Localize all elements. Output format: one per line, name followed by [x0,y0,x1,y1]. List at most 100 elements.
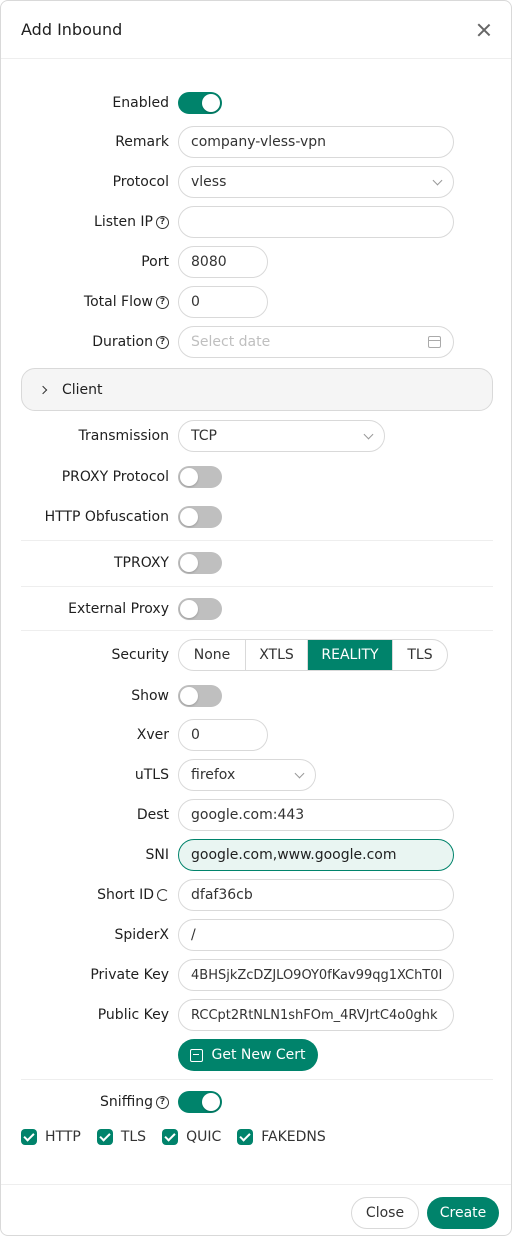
show-label-text: Show [131,688,169,704]
close-button[interactable]: Close [351,1197,419,1229]
question-circle-icon[interactable]: ? [156,295,169,309]
sni-input[interactable]: google.com,www.google.com [178,839,454,871]
checkbox-checked-icon [21,1129,37,1145]
proxy-protocol-label: PROXY Protocol [1,469,169,485]
public-key-input[interactable]: RCCpt2RtNLN1shFOm_4RVJrtC4o0ghk [178,999,454,1031]
short-id-input[interactable]: dfaf36cb [178,879,454,911]
get-new-cert-button[interactable]: Get New Cert [178,1039,318,1071]
toggle-knob [202,94,220,112]
proxy-protocol-toggle[interactable] [178,466,222,488]
listen-ip-input[interactable] [178,206,454,238]
port-input[interactable]: 8080 [178,246,268,278]
listen-ip-label: Listen IP? [1,214,169,230]
duration-label: Duration? [1,334,169,350]
xver-input[interactable]: 0 [178,719,268,751]
xver-value: 0 [191,727,200,743]
dest-label: Dest [1,807,169,823]
spiderx-label-text: SpiderX [114,927,169,943]
public-key-label-text: Public Key [97,1007,169,1023]
sniff-option-quic[interactable]: QUIC [162,1129,221,1145]
sni-value: google.com,www.google.com [191,847,397,863]
sniff-option-tls[interactable]: TLS [96,1129,147,1145]
close-icon[interactable] [475,21,493,39]
show-label: Show [1,688,169,704]
sni-row: SNI google.com,www.google.com [1,839,511,871]
sniff-option-label: FAKEDNS [261,1129,326,1145]
protocol-label-text: Protocol [112,174,169,190]
total-flow-input[interactable]: 0 [178,286,268,318]
question-circle-icon[interactable]: ? [156,215,169,229]
transmission-value: TCP [191,428,217,444]
spiderx-row: SpiderX / [1,919,511,951]
security-row: Security None XTLS REALITY TLS [1,639,511,671]
sniff-option-http[interactable]: HTTP [21,1129,81,1145]
short-id-value: dfaf36cb [191,887,253,903]
sniffing-toggle[interactable] [178,1091,222,1113]
sniff-option-label: TLS [120,1129,147,1145]
listen-ip-label-text: Listen IP [94,214,153,230]
get-new-cert-row: Get New Cert [1,1039,511,1071]
security-option-xtls[interactable]: XTLS [246,640,308,670]
xver-label: Xver [1,727,169,743]
port-row: Port 8080 [1,246,511,278]
security-option-none[interactable]: None [179,640,246,670]
public-key-label: Public Key [1,1007,169,1023]
sni-label: SNI [1,847,170,863]
http-obfuscation-label-text: HTTP Obfuscation [44,509,169,525]
show-row: Show [1,680,511,712]
short-id-row: Short ID dfaf36cb [1,879,511,911]
proxy-protocol-label-text: PROXY Protocol [61,469,169,485]
utls-label-text: uTLS [134,767,169,783]
remark-row: Remark company-vless-vpn [1,126,511,158]
question-circle-icon[interactable]: ? [156,1095,169,1109]
client-collapse[interactable]: Client [21,368,493,411]
spiderx-input[interactable]: / [178,919,454,951]
chevron-down-icon [432,175,443,185]
toggle-knob [180,687,198,705]
enabled-toggle[interactable] [178,92,222,114]
sniffing-label: Sniffing? [1,1094,169,1110]
toggle-knob [180,600,198,618]
toggle-knob [180,554,198,572]
protocol-row: Protocol vless [1,166,511,198]
duration-date-picker[interactable]: Select date [178,326,454,358]
checkbox-checked-icon [162,1129,179,1145]
sniff-option-fakedns[interactable]: FAKEDNS [237,1129,326,1145]
tproxy-toggle[interactable] [178,552,222,574]
security-option-reality[interactable]: REALITY [308,640,393,670]
remark-input[interactable]: company-vless-vpn [178,126,454,158]
utls-select[interactable]: firefox [178,759,316,791]
question-circle-icon[interactable]: ? [156,335,169,349]
http-obfuscation-toggle[interactable] [178,506,222,528]
short-id-label-text: Short ID [97,887,154,903]
external-proxy-toggle[interactable] [178,598,222,620]
total-flow-value: 0 [191,294,200,310]
dest-input[interactable]: google.com:443 [178,799,454,831]
enabled-label-text: Enabled [112,95,169,111]
show-toggle[interactable] [178,685,222,707]
security-option-tls[interactable]: TLS [393,640,447,670]
refresh-icon[interactable] [157,889,169,901]
dest-label-text: Dest [136,807,169,823]
sniff-option-label: HTTP [45,1129,81,1145]
checkbox-checked-icon [237,1129,254,1145]
create-button[interactable]: Create [427,1197,499,1229]
protocol-value: vless [191,174,227,190]
sniff-options: HTTP TLS QUIC FAKEDNS [21,1129,326,1145]
port-value: 8080 [191,254,227,270]
sniffing-label-text: Sniffing [100,1094,153,1110]
public-key-row: Public Key RCCpt2RtNLN1shFOm_4RVJrtC4o0g… [1,999,511,1031]
chevron-right-icon [38,385,48,394]
chevron-down-icon [294,768,305,778]
modal-title: Add Inbound [21,20,123,39]
remark-value: company-vless-vpn [191,134,327,150]
protocol-select[interactable]: vless [178,166,454,198]
external-proxy-row: External Proxy [1,593,511,625]
remark-label: Remark [1,134,169,150]
duration-label-text: Duration [92,334,153,350]
toggle-knob [180,508,198,526]
http-obfuscation-row: HTTP Obfuscation [1,501,511,533]
transmission-select[interactable]: TCP [178,420,385,452]
private-key-input[interactable]: 4BHSjkZcDZJLO9OY0fKav99qg1XChT0I [178,959,454,991]
spiderx-label: SpiderX [1,927,169,943]
